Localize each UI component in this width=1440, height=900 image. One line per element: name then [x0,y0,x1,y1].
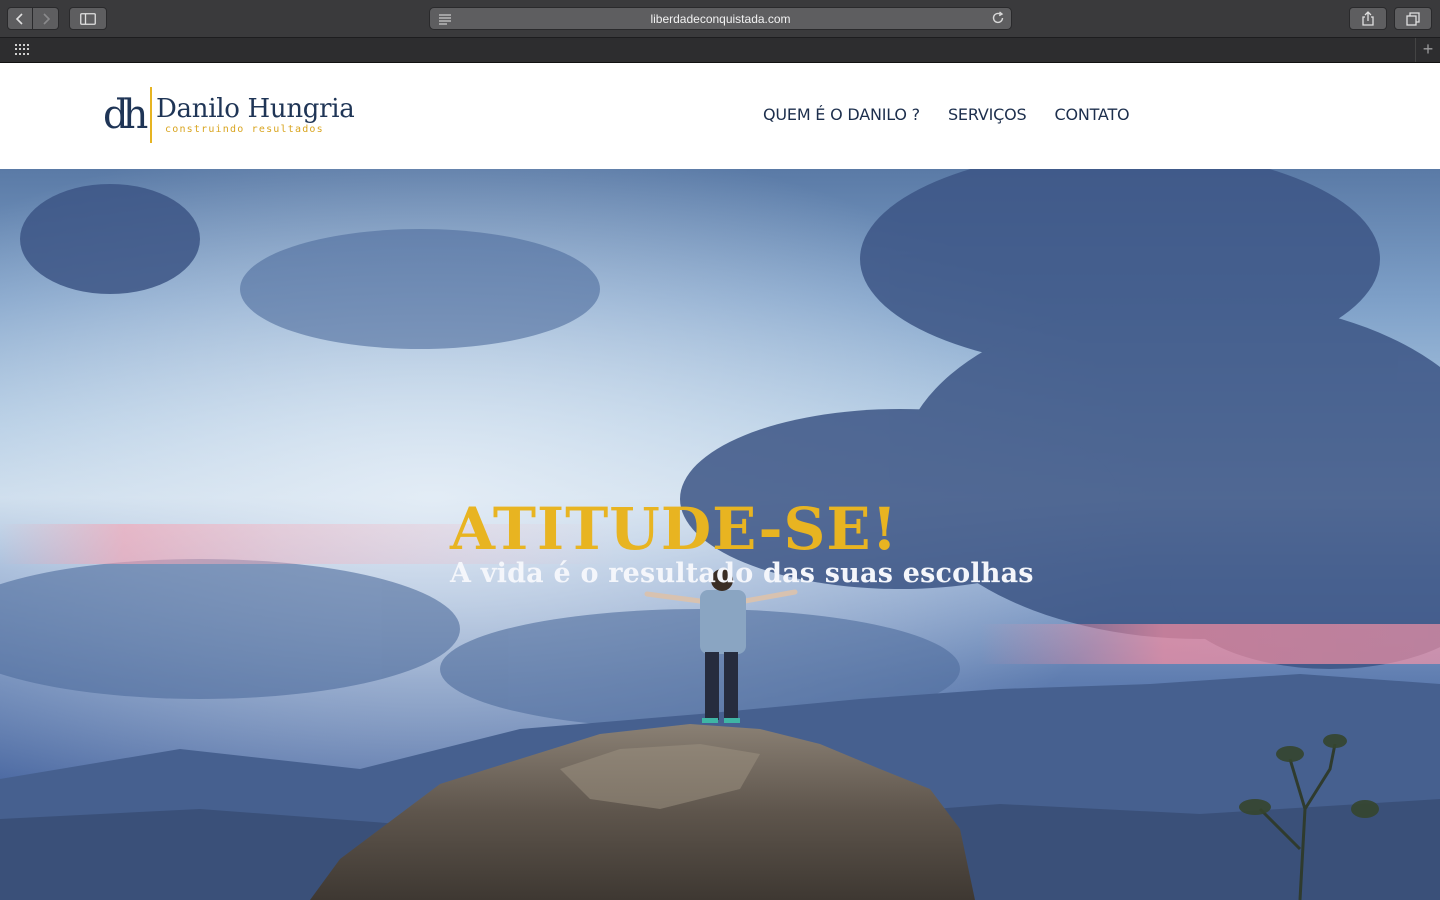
chevron-left-icon [15,12,23,25]
new-tab-button[interactable]: + [1415,38,1440,62]
tabs-icon [1406,11,1420,26]
reload-icon[interactable] [991,11,1005,30]
forward-button[interactable] [33,7,59,30]
site-logo[interactable]: dh Danilo Hungria construindo resultados [103,87,355,145]
share-button[interactable] [1349,7,1387,30]
browser-toolbar: liberdadeconquistada.com [0,0,1440,38]
share-icon [1362,11,1374,26]
hero-title: ATITUDE-SE! [450,495,899,563]
grid-icon[interactable] [15,44,30,56]
address-bar[interactable]: liberdadeconquistada.com [429,7,1012,30]
tab-overview-button[interactable] [1394,7,1432,30]
hero-subtitle: A vida é o resultado das suas escolhas [450,558,1034,589]
nav-link-contato[interactable]: CONTATO [1054,105,1129,124]
nav-link-quem-e-o-danilo[interactable]: QUEM É O DANILO ? [763,105,920,124]
sidebar-icon [80,12,96,25]
plus-icon: + [1422,39,1434,59]
main-nav: QUEM É O DANILO ? SERVIÇOS CONTATO [763,105,1130,124]
favorites-bar: + [0,38,1440,63]
url-text[interactable]: liberdadeconquistada.com [430,12,1011,26]
logo-name: Danilo Hungria [156,94,355,124]
nav-link-servicos[interactable]: SERVIÇOS [948,105,1027,124]
history-nav [7,7,59,30]
site-header: dh Danilo Hungria construindo resultados… [0,63,1440,169]
logo-divider [150,87,152,143]
back-button[interactable] [7,7,33,30]
logo-tagline: construindo resultados [165,124,324,135]
logo-monogram: dh [103,92,148,138]
chevron-right-icon [42,12,50,25]
sidebar-toggle-button[interactable] [69,7,107,30]
hero-section: ATITUDE-SE! A vida é o resultado das sua… [0,169,1440,900]
hero-text: ATITUDE-SE! A vida é o resultado das sua… [450,497,1034,591]
